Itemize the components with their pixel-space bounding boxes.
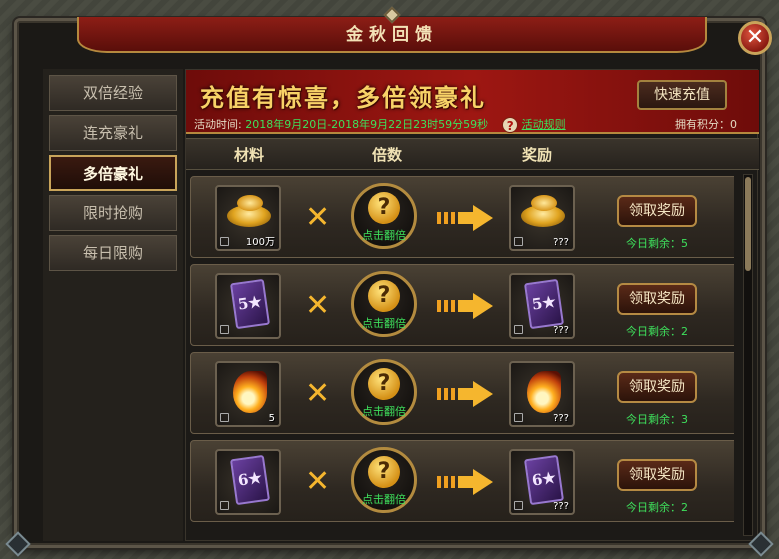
- claim-reward-button[interactable]: 领取奖励: [617, 195, 697, 227]
- event-slogan: 充值有惊喜，多倍领豪礼: [200, 83, 486, 112]
- material-quantity: 5: [268, 413, 275, 424]
- question-icon: ?: [368, 456, 400, 488]
- game-scene-background: 金秋回馈 ✕ 双倍经验 连充豪礼 多倍豪礼 限时抢购 每日限购 充值有惊喜，多倍…: [0, 0, 779, 559]
- card-6-star-icon: 6★: [523, 454, 565, 506]
- lock-icon: [514, 325, 523, 334]
- quick-recharge-button[interactable]: 快速充值: [637, 80, 727, 110]
- remaining-today: 今日剩余：5: [626, 237, 688, 250]
- flip-multiplier-button[interactable]: ? 点击翻倍: [351, 183, 417, 249]
- card-6-star-icon: 6★: [229, 454, 271, 506]
- gold-ingot-icon: [227, 195, 271, 227]
- sidebar-item-consecutive-recharge[interactable]: 连充豪礼: [49, 115, 177, 151]
- list-item: 5★ ✕ ? 点击翻倍 5★ ??? 领取奖励 今日剩余：2: [190, 264, 734, 346]
- event-banner: 充值有惊喜，多倍领豪礼 快速充值 活动时间: 2018年9月20日-2018年9…: [186, 70, 759, 134]
- sidebar-item-flash-sale[interactable]: 限时抢购: [49, 195, 177, 231]
- reward-slot[interactable]: 6★ ???: [509, 449, 575, 515]
- event-window: 金秋回馈 ✕ 双倍经验 连充豪礼 多倍豪礼 限时抢购 每日限购 充值有惊喜，多倍…: [5, 6, 774, 557]
- column-reward: 奖励: [522, 146, 553, 164]
- multiply-icon: ✕: [305, 200, 331, 235]
- remaining-today: 今日剩余：2: [626, 325, 688, 338]
- flip-multiplier-button[interactable]: ? 点击翻倍: [351, 271, 417, 337]
- flip-multiplier-button[interactable]: ? 点击翻倍: [351, 359, 417, 425]
- reward-quantity: ???: [553, 325, 569, 336]
- event-time: 活动时间: 2018年9月20日-2018年9月22日23时59分59秒 ? 活…: [194, 116, 566, 133]
- list-item: 6★ ✕ ? 点击翻倍 6★ ??? 领取奖励 今日剩余：2: [190, 440, 734, 522]
- flip-label: 点击翻倍: [362, 229, 406, 242]
- scrollbar[interactable]: [743, 174, 753, 536]
- arrow-right-icon: [437, 469, 493, 495]
- reward-list: 100万 ✕ ? 点击翻倍 ??? 领取奖励 今日剩余：5 5★ ✕ ? 点击翻…: [186, 174, 734, 540]
- reward-slot[interactable]: ???: [509, 361, 575, 427]
- reward-quantity: ???: [553, 413, 569, 424]
- reward-slot[interactable]: 5★ ???: [509, 273, 575, 339]
- reward-quantity: ???: [553, 501, 569, 512]
- flame-orb-icon: [233, 371, 267, 413]
- event-time-label: 活动时间:: [194, 118, 242, 131]
- sidebar-item-multi-gift[interactable]: 多倍豪礼: [49, 155, 177, 191]
- claim-reward-button[interactable]: 领取奖励: [617, 459, 697, 491]
- help-icon[interactable]: ?: [502, 117, 519, 133]
- card-5-star-icon: 5★: [229, 278, 271, 330]
- flip-label: 点击翻倍: [362, 317, 406, 330]
- remaining-today: 今日剩余：2: [626, 501, 688, 514]
- column-multiplier: 倍数: [372, 146, 403, 164]
- flame-orb-icon: [527, 371, 561, 413]
- material-quantity: 100万: [245, 237, 275, 248]
- arrow-right-icon: [437, 205, 493, 231]
- sidebar-item-daily-limit[interactable]: 每日限购: [49, 235, 177, 271]
- flip-label: 点击翻倍: [362, 405, 406, 418]
- title-bar: 金秋回馈: [77, 6, 707, 53]
- points-display: 拥有积分：0: [675, 118, 737, 131]
- question-icon: ?: [368, 280, 400, 312]
- lock-icon: [514, 237, 523, 246]
- multiply-icon: ✕: [305, 376, 331, 411]
- corner-ornament-icon: [5, 531, 31, 557]
- window-title: 金秋回馈: [346, 25, 438, 45]
- multiply-icon: ✕: [305, 464, 331, 499]
- reward-slot[interactable]: ???: [509, 185, 575, 251]
- claim-reward-button[interactable]: 领取奖励: [617, 283, 697, 315]
- question-icon: ?: [368, 192, 400, 224]
- reward-quantity: ???: [553, 237, 569, 248]
- lock-icon: [514, 501, 523, 510]
- card-5-star-icon: 5★: [523, 278, 565, 330]
- question-icon: ?: [368, 368, 400, 400]
- claim-reward-button[interactable]: 领取奖励: [617, 371, 697, 403]
- column-material: 材料: [234, 146, 265, 164]
- sidebar: 双倍经验 连充豪礼 多倍豪礼 限时抢购 每日限购: [43, 69, 183, 541]
- lock-icon: [220, 237, 229, 246]
- lock-icon: [220, 413, 229, 422]
- lock-icon: [220, 501, 229, 510]
- material-slot[interactable]: 5★: [215, 273, 281, 339]
- event-rules-link[interactable]: 活动规则: [522, 118, 566, 131]
- flip-label: 点击翻倍: [362, 493, 406, 506]
- main-panel: 充值有惊喜，多倍领豪礼 快速充值 活动时间: 2018年9月20日-2018年9…: [185, 69, 759, 541]
- list-item: 100万 ✕ ? 点击翻倍 ??? 领取奖励 今日剩余：5: [190, 176, 734, 258]
- flip-multiplier-button[interactable]: ? 点击翻倍: [351, 447, 417, 513]
- material-slot[interactable]: 6★: [215, 449, 281, 515]
- arrow-right-icon: [437, 381, 493, 407]
- close-button[interactable]: ✕: [738, 21, 772, 55]
- scrollbar-thumb[interactable]: [745, 177, 751, 271]
- lock-icon: [514, 413, 523, 422]
- sidebar-item-double-exp[interactable]: 双倍经验: [49, 75, 177, 111]
- column-header: 材料 倍数 奖励: [186, 138, 759, 170]
- multiply-icon: ✕: [305, 288, 331, 323]
- remaining-today: 今日剩余：3: [626, 413, 688, 426]
- gold-ingot-icon: [521, 195, 565, 227]
- list-item: 5 ✕ ? 点击翻倍 ??? 领取奖励 今日剩余：3: [190, 352, 734, 434]
- material-slot[interactable]: 100万: [215, 185, 281, 251]
- arrow-right-icon: [437, 293, 493, 319]
- material-slot[interactable]: 5: [215, 361, 281, 427]
- lock-icon: [220, 325, 229, 334]
- event-time-value: 2018年9月20日-2018年9月22日23时59分59秒: [245, 118, 489, 131]
